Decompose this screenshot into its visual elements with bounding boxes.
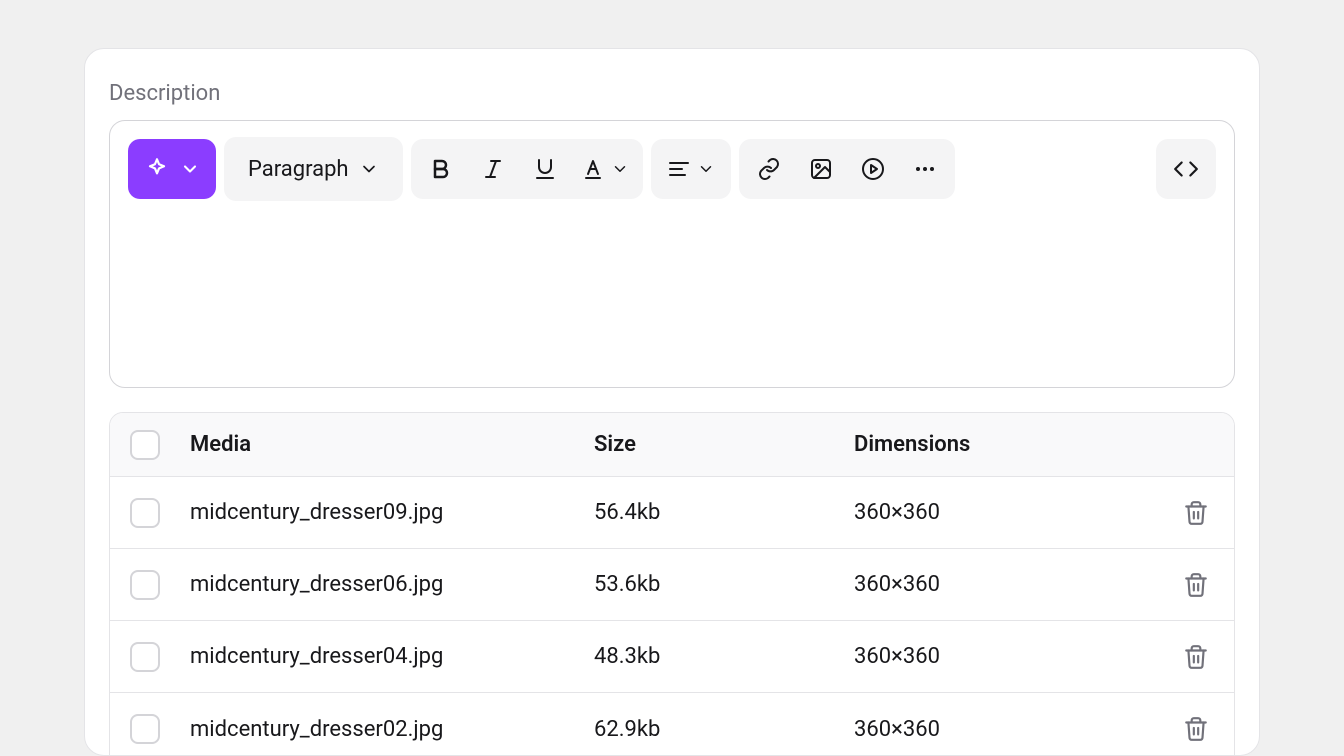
underline-icon (533, 157, 557, 181)
media-size: 48.3kb (594, 644, 854, 669)
col-header-media: Media (190, 432, 594, 457)
col-header-size: Size (594, 432, 854, 457)
italic-button[interactable] (469, 145, 517, 193)
bold-button[interactable] (417, 145, 465, 193)
align-left-icon (667, 157, 691, 181)
section-label: Description (85, 81, 1259, 120)
bold-icon (429, 157, 453, 181)
ellipsis-icon (913, 157, 937, 181)
row-checkbox[interactable] (130, 498, 160, 528)
trash-icon (1183, 572, 1209, 598)
delete-button[interactable] (1178, 567, 1214, 603)
text-style-group (411, 139, 643, 199)
link-icon (757, 157, 781, 181)
text-color-button[interactable] (573, 145, 637, 193)
sparkle-icon (144, 156, 170, 182)
media-dimensions: 360×360 (854, 500, 1134, 525)
col-header-dimensions: Dimensions (854, 432, 1134, 457)
editor-toolbar: Paragraph (110, 121, 1234, 217)
media-filename: midcentury_dresser09.jpg (190, 500, 594, 525)
image-icon (809, 157, 833, 181)
play-circle-icon (861, 157, 885, 181)
media-filename: midcentury_dresser02.jpg (190, 717, 594, 742)
video-button[interactable] (849, 145, 897, 193)
underline-button[interactable] (521, 145, 569, 193)
media-dimensions: 360×360 (854, 572, 1134, 597)
insert-group (739, 139, 955, 199)
chevron-down-icon (180, 159, 200, 179)
link-button[interactable] (745, 145, 793, 193)
media-filename: midcentury_dresser06.jpg (190, 572, 594, 597)
chevron-down-icon (611, 160, 629, 178)
align-button[interactable] (657, 145, 725, 193)
editor-card: Description Paragraph (84, 48, 1260, 756)
editor-content-area[interactable] (110, 217, 1234, 387)
table-row: midcentury_dresser04.jpg48.3kb360×360 (110, 621, 1234, 693)
format-group: Paragraph (224, 137, 403, 201)
row-checkbox[interactable] (130, 642, 160, 672)
media-dimensions: 360×360 (854, 717, 1134, 742)
media-size: 62.9kb (594, 717, 854, 742)
trash-icon (1183, 716, 1209, 742)
media-table-header: Media Size Dimensions (110, 413, 1234, 477)
trash-icon (1183, 500, 1209, 526)
paragraph-format-label: Paragraph (248, 157, 349, 182)
image-button[interactable] (797, 145, 845, 193)
media-size: 56.4kb (594, 500, 854, 525)
table-row: midcentury_dresser09.jpg56.4kb360×360 (110, 477, 1234, 549)
code-view-group (1156, 139, 1216, 199)
italic-icon (481, 157, 505, 181)
media-filename: midcentury_dresser04.jpg (190, 644, 594, 669)
table-row: midcentury_dresser02.jpg62.9kb360×360 (110, 693, 1234, 756)
row-checkbox[interactable] (130, 714, 160, 744)
chevron-down-icon (359, 159, 379, 179)
row-checkbox[interactable] (130, 570, 160, 600)
align-group (651, 139, 731, 199)
select-all-checkbox[interactable] (130, 430, 160, 460)
delete-button[interactable] (1178, 639, 1214, 675)
more-button[interactable] (901, 145, 949, 193)
rich-text-editor: Paragraph (109, 120, 1235, 388)
code-view-button[interactable] (1162, 145, 1210, 193)
delete-button[interactable] (1178, 495, 1214, 531)
delete-button[interactable] (1178, 711, 1214, 747)
media-size: 53.6kb (594, 572, 854, 597)
chevron-down-icon (697, 160, 715, 178)
code-icon (1173, 156, 1199, 182)
ai-assist-button[interactable] (128, 139, 216, 199)
paragraph-format-dropdown[interactable]: Paragraph (230, 143, 397, 195)
table-row: midcentury_dresser06.jpg53.6kb360×360 (110, 549, 1234, 621)
media-dimensions: 360×360 (854, 644, 1134, 669)
text-color-icon (581, 157, 605, 181)
media-table: Media Size Dimensions midcentury_dresser… (109, 412, 1235, 756)
trash-icon (1183, 644, 1209, 670)
